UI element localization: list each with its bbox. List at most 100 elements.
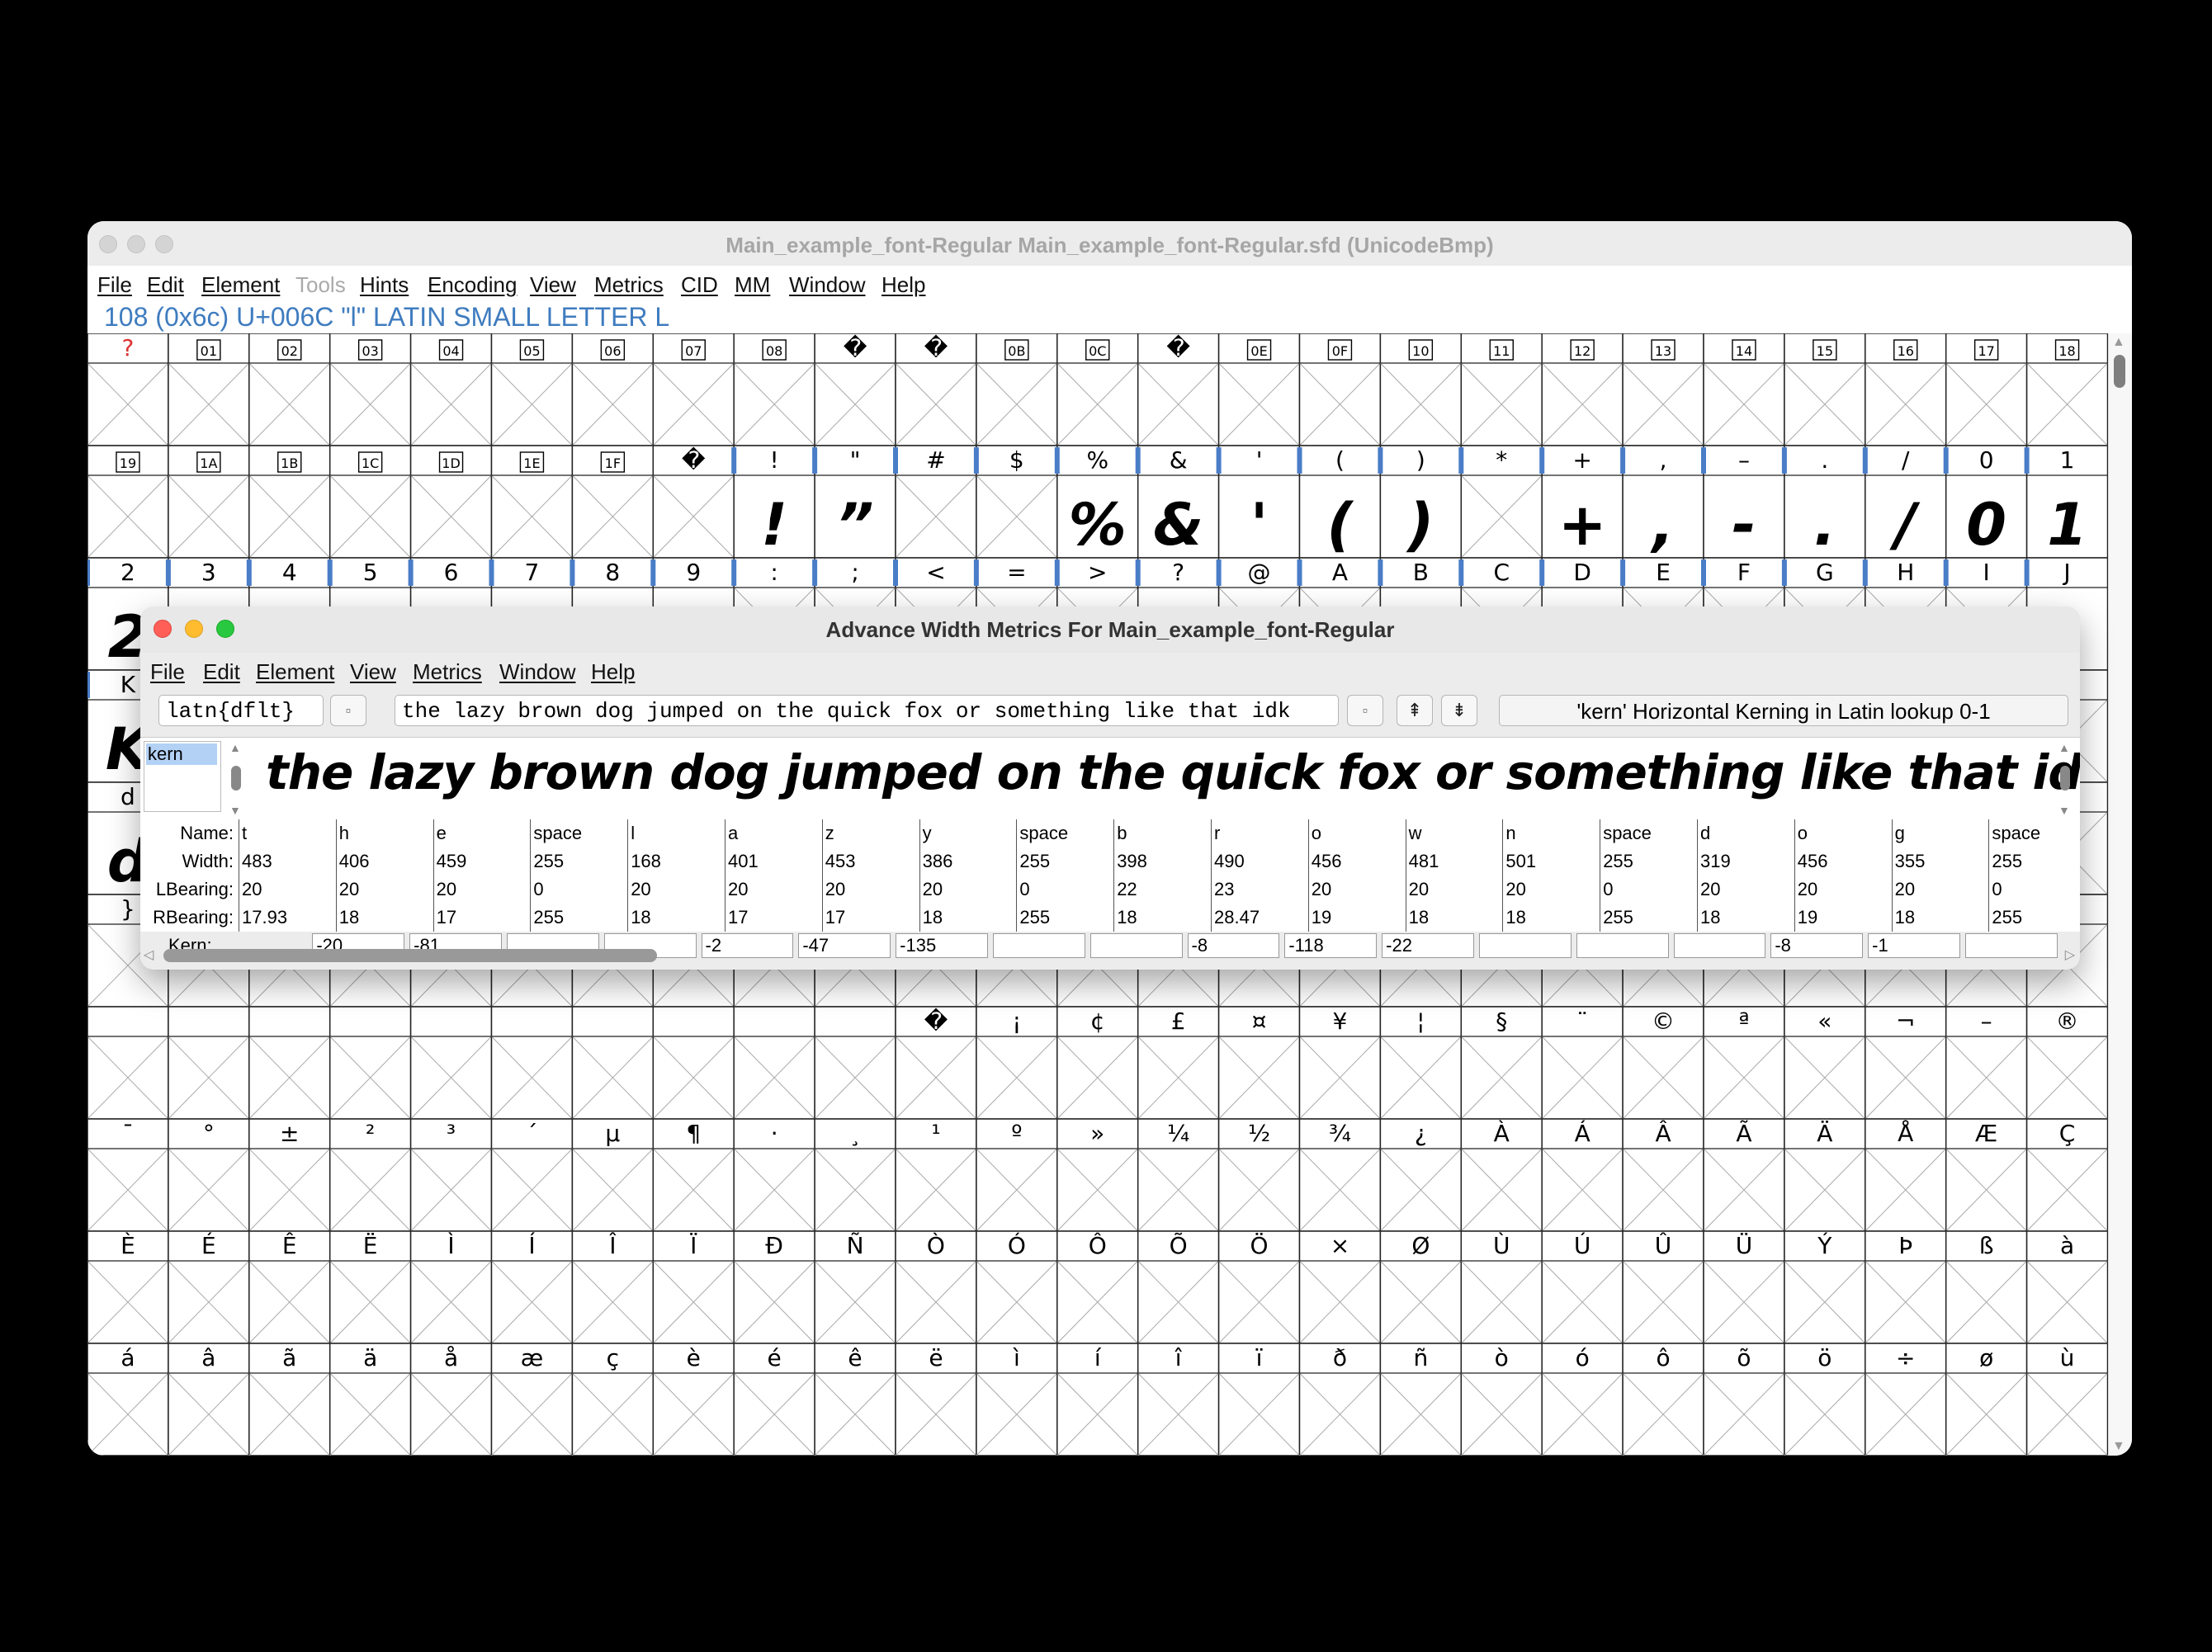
glyph-cell[interactable]: ¶ — [652, 1118, 735, 1232]
glyph-cell[interactable]: Ý — [1784, 1230, 1866, 1344]
scroll-right-arrow-icon[interactable]: ▷ — [2065, 946, 2075, 963]
scroll-thumb[interactable] — [2060, 766, 2070, 791]
glyph-cell[interactable]: 14 — [1703, 333, 1785, 446]
glyph-cell[interactable]: ¬ — [1865, 1006, 1947, 1120]
glyph-cell[interactable]: %% — [1054, 445, 1139, 559]
glyph-cell[interactable]: ? — [87, 333, 169, 446]
glyph-cell[interactable] — [328, 1006, 412, 1120]
rbearing-cell[interactable]: 17 — [726, 904, 823, 932]
glyph-cell[interactable]: !! — [731, 445, 815, 559]
glyph-cell[interactable]: ã — [248, 1343, 331, 1456]
lbearing-cell[interactable]: 20 — [1698, 876, 1795, 904]
glyph-cell[interactable]: � — [895, 1006, 977, 1120]
glyph-cell[interactable]: ,, — [1620, 445, 1704, 559]
rbearing-cell[interactable]: 17 — [823, 904, 920, 932]
glyph-cell[interactable]: ° — [168, 1118, 250, 1232]
width-cell[interactable]: 255 — [1600, 847, 1698, 876]
glyph-cell[interactable]: £ — [1137, 1006, 1220, 1120]
glyph-cell[interactable]: // — [1862, 445, 1947, 559]
glyph-cell[interactable]: § — [1460, 1006, 1543, 1120]
glyph-cell[interactable]: ³ — [409, 1118, 493, 1232]
glyph-cell[interactable]: 0B — [976, 333, 1058, 446]
glyph-cell[interactable]: Ú — [1541, 1230, 1624, 1344]
glyph-cell[interactable]: ² — [328, 1118, 412, 1232]
width-cell[interactable]: 453 — [823, 847, 920, 876]
feature-list[interactable]: kern — [144, 741, 221, 812]
glyph-preview-area[interactable]: kern ▲ ▼ the lazy brown dog jumped on th… — [140, 737, 2080, 821]
width-cell[interactable]: 456 — [1309, 847, 1406, 876]
rbearing-cell[interactable]: 18 — [337, 904, 434, 932]
glyph-cell[interactable]: ò — [1460, 1343, 1543, 1456]
main-menu-hints[interactable]: Hints — [360, 272, 409, 298]
width-cell[interactable]: 501 — [1503, 847, 1601, 876]
rbearing-cell[interactable]: 18 — [1406, 904, 1504, 932]
glyph-cell[interactable]: À — [1460, 1118, 1543, 1232]
glyph-cell[interactable]: 1A — [168, 445, 250, 559]
main-menu-file[interactable]: File — [97, 272, 132, 298]
scroll-up-arrow-icon[interactable]: ▲ — [2058, 741, 2070, 754]
rbearing-cell[interactable]: 17.93 — [239, 904, 337, 932]
glyph-cell[interactable]: Æ — [1945, 1118, 2028, 1232]
glyph-cell[interactable]: && — [1135, 445, 1220, 559]
glyph-cell[interactable]: ù — [2025, 1343, 2109, 1456]
feature-list-scrollbar[interactable]: ▲ ▼ — [226, 741, 246, 817]
glyph-cell[interactable]: 03 — [328, 333, 412, 446]
glyph-cell[interactable]: 06 — [571, 333, 655, 446]
glyph-cell[interactable]: Å — [1865, 1118, 1947, 1232]
glyph-cell[interactable] — [733, 1006, 815, 1120]
glyph-cell[interactable]: ä — [328, 1343, 412, 1456]
width-cell[interactable]: 459 — [434, 847, 532, 876]
glyph-cell[interactable] — [652, 1006, 735, 1120]
metrics-menu-element[interactable]: Element — [256, 659, 334, 685]
glyph-cell[interactable]: á — [87, 1343, 169, 1456]
glyph-cell[interactable]: ½ — [1217, 1118, 1301, 1232]
glyph-cell[interactable]: � — [895, 333, 977, 446]
glyph-cell[interactable]: ¢ — [1056, 1006, 1139, 1120]
glyph-cell[interactable]: – — [1945, 1006, 2028, 1120]
glyph-cell[interactable]: à — [2025, 1230, 2109, 1344]
main-menu-edit[interactable]: Edit — [147, 272, 184, 298]
glyph-cell[interactable]: ñ — [1379, 1343, 1463, 1456]
glyph-cell[interactable]: .. — [1781, 445, 1866, 559]
glyph-cell[interactable]: × — [1298, 1230, 1382, 1344]
main-menu-encoding[interactable]: Encoding — [428, 272, 517, 298]
glyph-cell[interactable]: Ù — [1460, 1230, 1543, 1344]
lbearing-cell[interactable]: 0 — [1017, 876, 1115, 904]
glyph-cell[interactable]: 1F — [571, 445, 655, 559]
glyph-cell[interactable]: í — [1056, 1343, 1139, 1456]
width-cell[interactable]: 490 — [1212, 847, 1309, 876]
glyph-cell[interactable]: Ê — [248, 1230, 331, 1344]
glyph-cell[interactable]: 15 — [1784, 333, 1866, 446]
glyph-cell[interactable]: » — [1056, 1118, 1139, 1232]
scroll-down-arrow-icon[interactable]: ▼ — [2112, 1439, 2125, 1454]
rbearing-cell[interactable]: 18 — [1114, 904, 1212, 932]
main-menu-tools[interactable]: Tools — [295, 272, 346, 298]
glyph-cell[interactable]: -– — [1701, 445, 1785, 559]
glyph-cell[interactable]: 11 — [1460, 333, 1543, 446]
glyph-cell[interactable]: Ï — [652, 1230, 735, 1344]
glyph-cell[interactable]: ¯ — [87, 1118, 169, 1232]
lbearing-cell[interactable]: 0 — [531, 876, 629, 904]
lbearing-cell[interactable]: 20 — [628, 876, 726, 904]
glyph-cell[interactable]: ø — [1945, 1343, 2028, 1456]
main-menu-view[interactable]: View — [530, 272, 576, 298]
main-menu-cid[interactable]: CID — [681, 272, 718, 298]
glyph-cell[interactable]: 1B — [248, 445, 331, 559]
lbearing-cell[interactable]: 20 — [823, 876, 920, 904]
glyph-cell[interactable]: ì — [976, 1343, 1058, 1456]
glyph-cell[interactable]: È — [87, 1230, 169, 1344]
scroll-left-arrow-icon[interactable]: ◁ — [144, 946, 154, 963]
glyph-cell[interactable]: Ø — [1379, 1230, 1463, 1344]
width-cell[interactable]: 255 — [531, 847, 629, 876]
glyph-cell[interactable]: Î — [571, 1230, 655, 1344]
glyph-cell[interactable]: Ó — [976, 1230, 1058, 1344]
rbearing-cell[interactable]: 255 — [531, 904, 629, 932]
glyph-cell[interactable]: '' — [1216, 445, 1301, 559]
glyph-cell[interactable]: ï — [1217, 1343, 1301, 1456]
lbearing-cell[interactable]: 20 — [1309, 876, 1406, 904]
rbearing-cell[interactable]: 19 — [1795, 904, 1893, 932]
glyph-cell[interactable]: Â — [1622, 1118, 1704, 1232]
glyph-cell[interactable] — [409, 1006, 493, 1120]
rbearing-cell[interactable]: 255 — [1017, 904, 1115, 932]
lookup-select[interactable]: 'kern' Horizontal Kerning in Latin looku… — [1499, 695, 2068, 726]
